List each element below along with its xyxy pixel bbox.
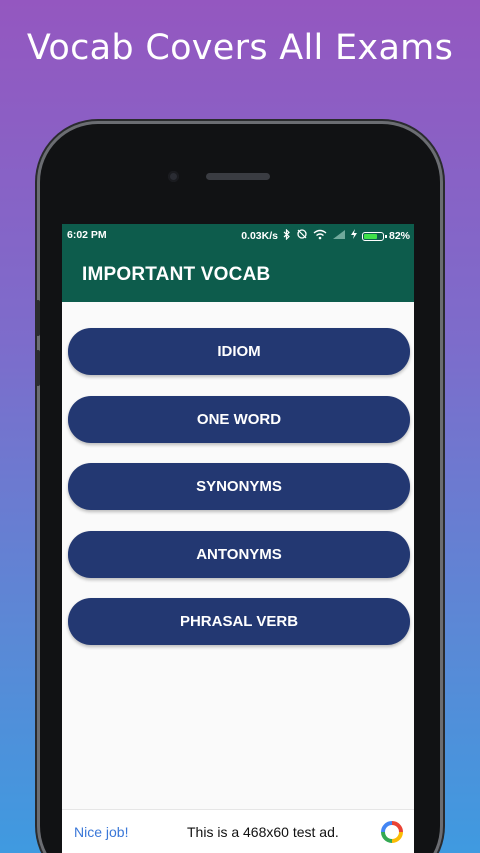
signal-icon	[332, 229, 346, 243]
category-menu: IDIOM ONE WORD SYNONYMS ANTONYMS PHRASAL…	[68, 328, 410, 666]
battery-level-fill	[363, 233, 377, 239]
ad-banner[interactable]: Nice job! This is a 468x60 test ad.	[62, 809, 414, 853]
status-icons: 0.03K/s 82%	[241, 228, 410, 244]
battery-icon	[361, 231, 387, 241]
bluetooth-icon	[283, 228, 291, 244]
data-saver-icon	[296, 228, 308, 244]
app-bar: IMPORTANT VOCAB	[62, 246, 414, 302]
idiom-button[interactable]: IDIOM	[68, 328, 410, 375]
phone-screen: 6:02 PM 0.03K/s 82% IMPORTANT VOCAB IDIO…	[62, 224, 414, 853]
battery-percent: 82%	[388, 230, 410, 242]
status-time: 6:02 PM	[67, 229, 107, 241]
ad-logo-icon[interactable]	[380, 820, 404, 844]
net-speed: 0.03K/s	[241, 230, 278, 242]
charging-icon	[350, 229, 357, 243]
phone-volume-button	[36, 300, 40, 336]
ad-body-text: This is a 468x60 test ad.	[187, 824, 339, 840]
synonyms-button[interactable]: SYNONYMS	[68, 463, 410, 510]
status-bar: 6:02 PM 0.03K/s 82%	[62, 224, 414, 246]
phrasal-verb-button[interactable]: PHRASAL VERB	[68, 598, 410, 645]
phone-volume-button	[36, 350, 40, 386]
app-title: IMPORTANT VOCAB	[82, 264, 271, 285]
antonyms-button[interactable]: ANTONYMS	[68, 530, 410, 578]
promo-headline: Vocab Covers All Exams	[26, 28, 454, 68]
wifi-icon	[313, 229, 327, 244]
front-camera	[168, 171, 179, 182]
ad-nice-text: Nice job!	[74, 824, 129, 840]
one-word-button[interactable]: ONE WORD	[68, 395, 410, 443]
earpiece-speaker	[206, 173, 270, 180]
